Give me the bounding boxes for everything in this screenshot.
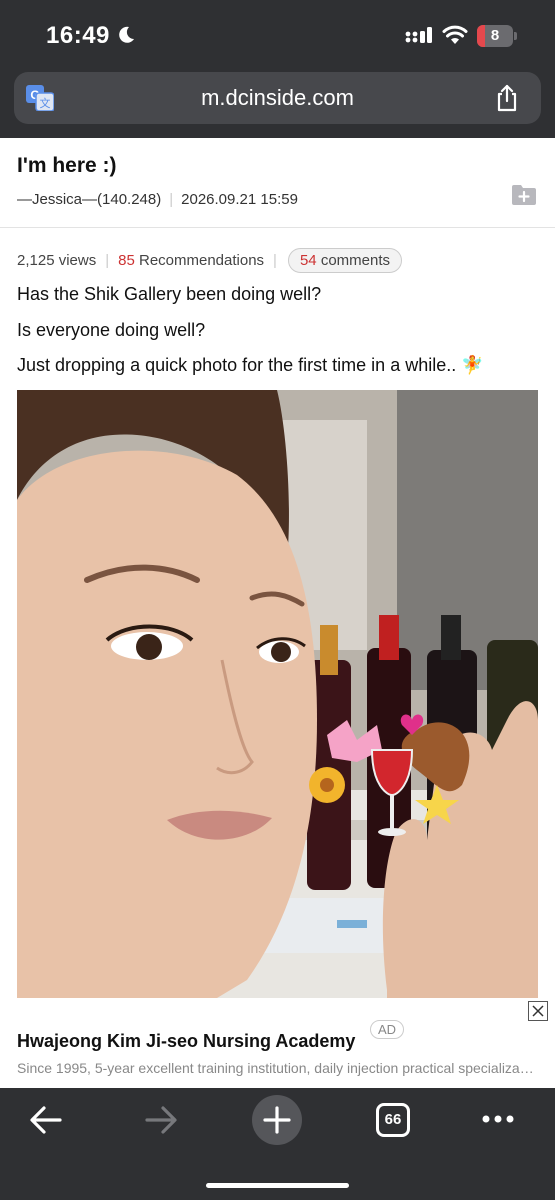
post-meta: —Jessica—(140.248) | 2026.09.21 15:59 [17, 191, 298, 208]
post-body-line: Is everyone doing well? [17, 320, 206, 340]
status-time: 16:49 [46, 22, 110, 49]
comments-button[interactable]: 54 comments [287, 248, 402, 273]
battery-indicator: 8 [477, 25, 517, 47]
moon-icon [119, 26, 134, 43]
post-stats: 2,125 views | 85 Recommendations | 54 co… [17, 248, 402, 273]
comment-count: 54 [299, 252, 317, 269]
recommend-count: 85 [118, 252, 135, 269]
view-count: 2,125 views [17, 252, 97, 269]
status-bar: 16:49 8 [0, 0, 555, 70]
tab-count-button[interactable]: 66 [376, 1103, 410, 1137]
post-body-line: Has the Shik Gallery been doing well? [17, 284, 322, 304]
back-arrow-icon[interactable] [28, 1102, 64, 1138]
post-date: 2026.09.21 15:59 [181, 191, 298, 208]
browser-top-chrome: 16:49 8 G 文 m.dcinside.com [0, 0, 555, 138]
forward-arrow-icon[interactable] [143, 1102, 179, 1138]
post-photo[interactable] [17, 390, 538, 998]
home-indicator [206, 1183, 349, 1188]
wifi-icon [442, 25, 468, 44]
address-bar[interactable]: G 文 m.dcinside.com [14, 72, 541, 124]
share-icon[interactable] [494, 84, 520, 112]
post-body-line: Just dropping a quick photo for the firs… [17, 355, 484, 375]
battery-level: 8 [490, 27, 500, 44]
ad-title[interactable]: Hwajeong Kim Ji-seo Nursing Academy [17, 1031, 355, 1052]
recommend-label: Recommendations [138, 252, 265, 269]
url-text[interactable]: m.dcinside.com [14, 72, 541, 124]
folder-add-icon[interactable] [511, 184, 537, 206]
post-author[interactable]: —Jessica—(140.248) [17, 191, 161, 208]
more-icon[interactable] [481, 1114, 515, 1124]
post-title: I'm here :) [17, 154, 117, 177]
signal-icon [405, 27, 432, 43]
new-tab-icon[interactable] [251, 1094, 303, 1146]
page-content: I'm here :) —Jessica—(140.248) | 2026.09.2… [0, 138, 555, 1088]
comment-label: comments [320, 252, 390, 269]
ad-close-button[interactable] [528, 1001, 548, 1021]
close-icon[interactable] [529, 1002, 547, 1020]
divider [0, 227, 555, 228]
ad-badge: AD [370, 1020, 405, 1039]
ad-description[interactable]: Since 1995, 5-year excellent training in… [17, 1060, 537, 1076]
